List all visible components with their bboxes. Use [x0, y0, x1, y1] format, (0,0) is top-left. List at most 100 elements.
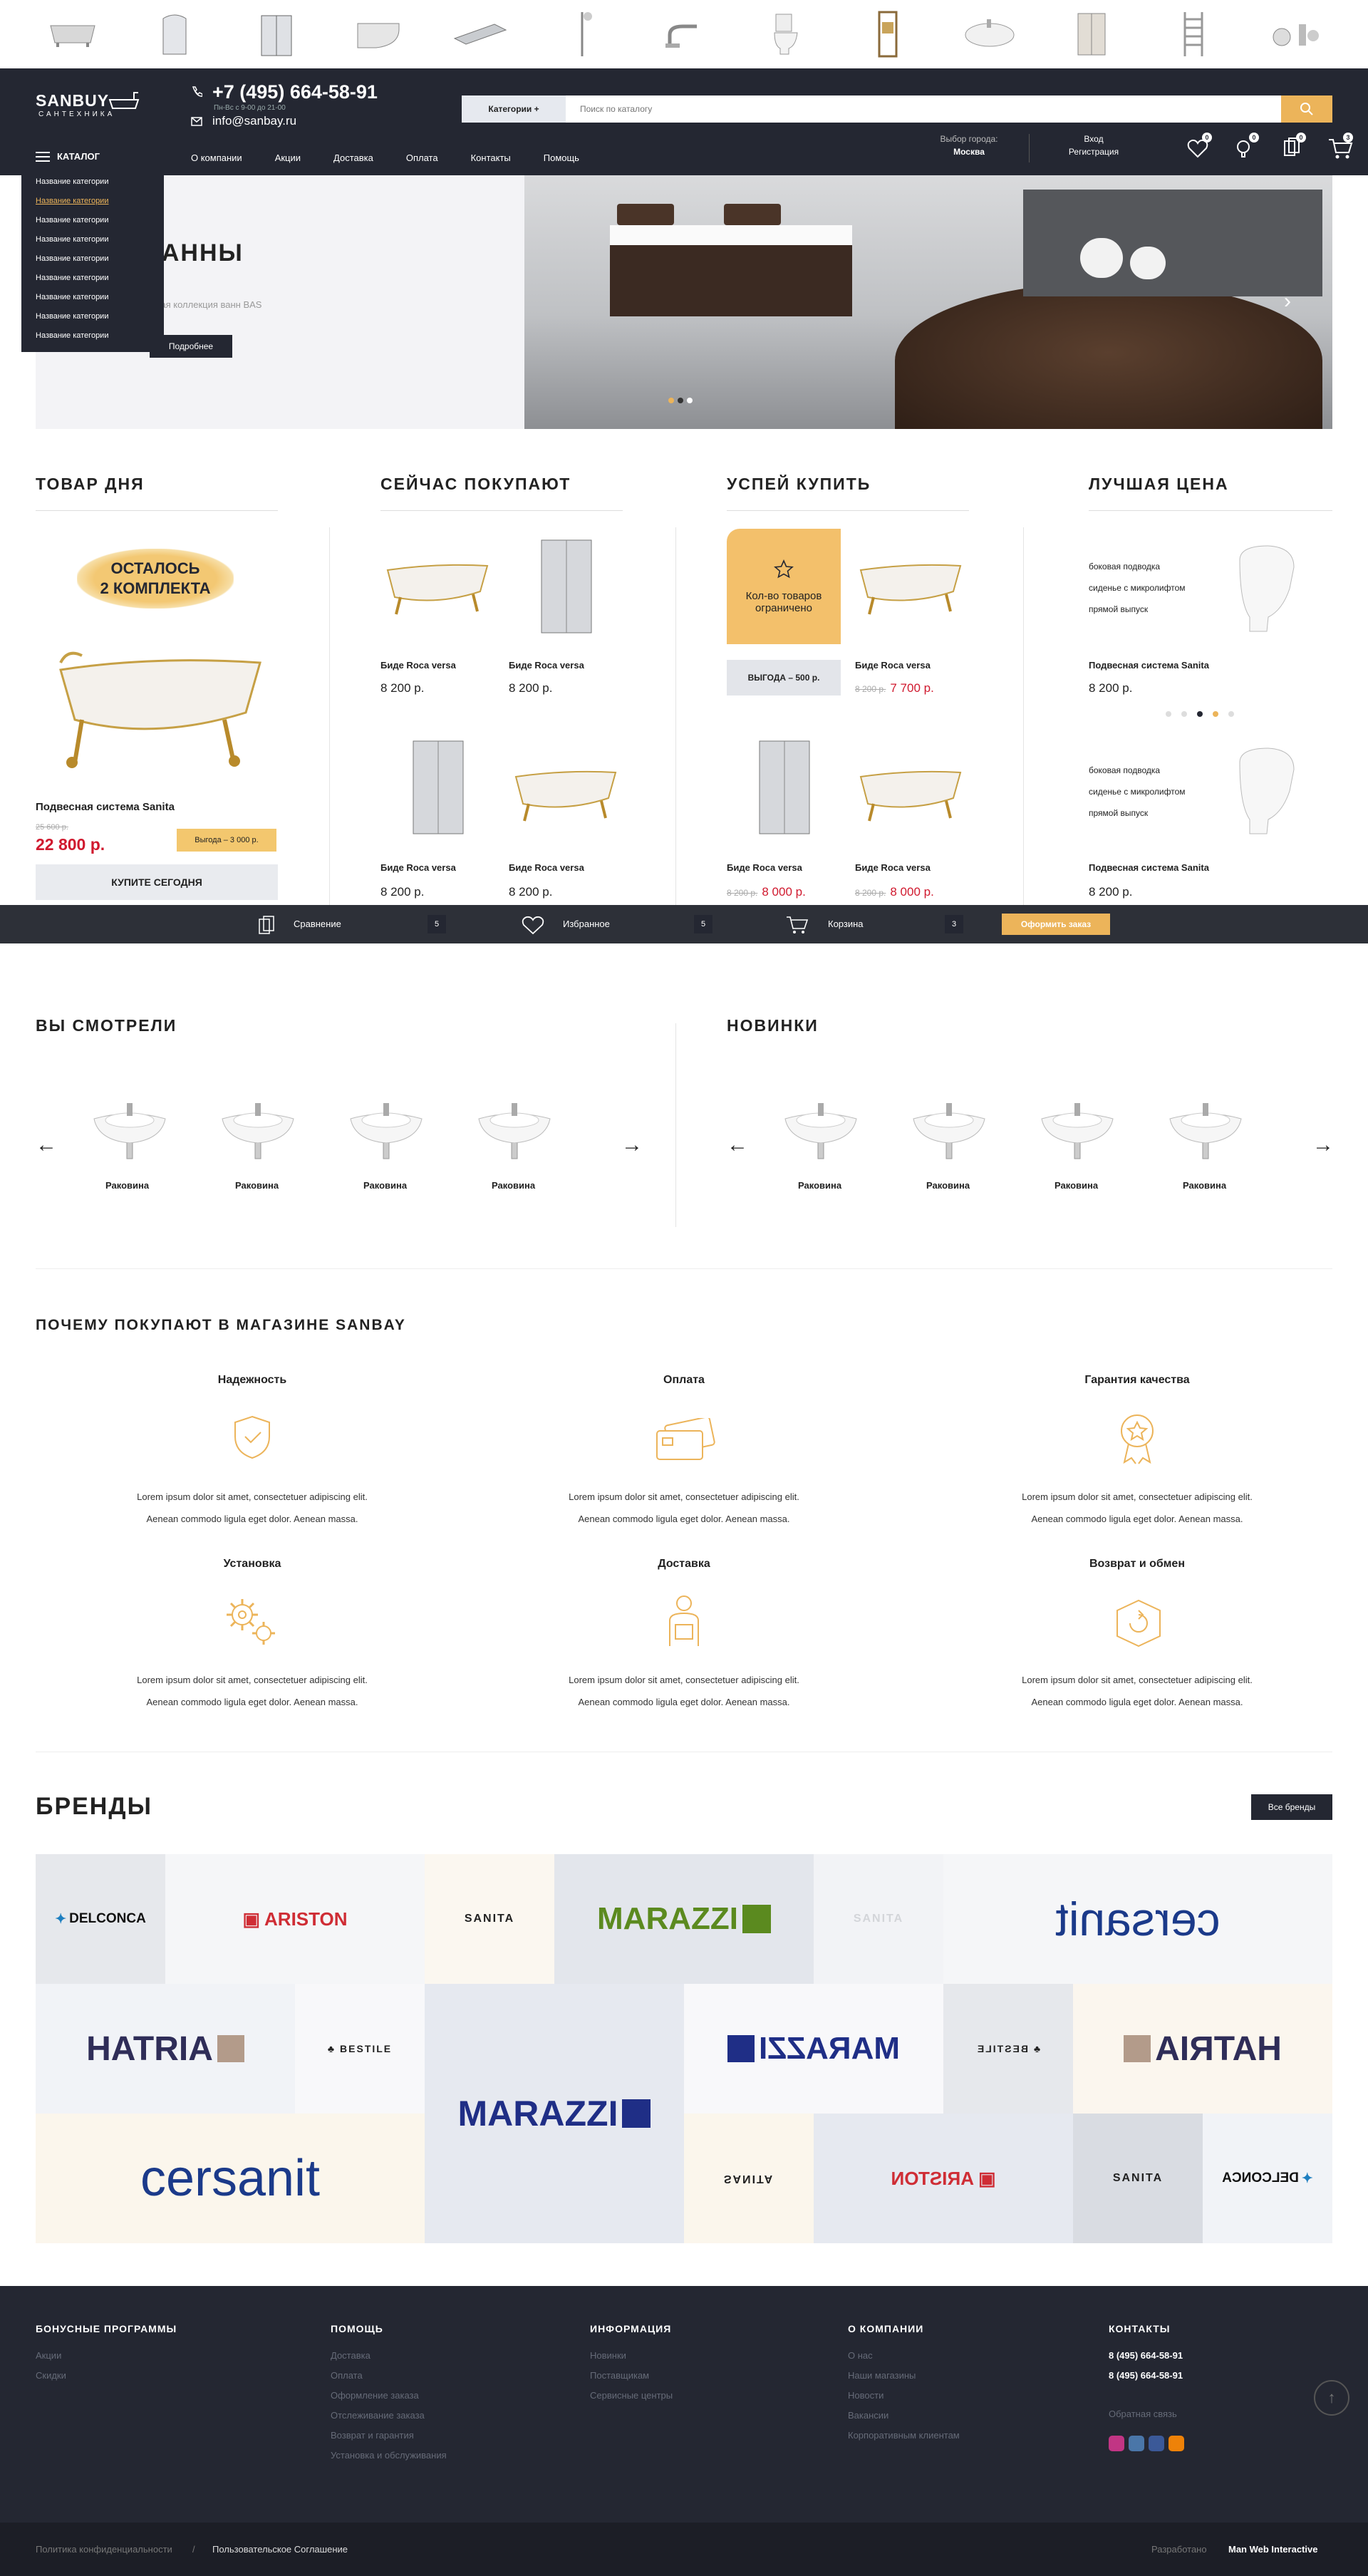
search-category-select[interactable]: Категории + [462, 95, 566, 123]
product-image-toilet[interactable] [1226, 741, 1304, 841]
product-name[interactable]: Биде Roca versa [855, 862, 931, 873]
compare-link[interactable]: Сравнение [294, 919, 341, 929]
brand-tile-bestile[interactable]: ♣ BESTILE [295, 1984, 425, 2114]
product-image-toilet[interactable] [1226, 539, 1304, 638]
product-name[interactable]: Раковина [1054, 1180, 1098, 1191]
footer-link[interactable]: Новости [848, 2390, 960, 2410]
brand-tile-ariston[interactable]: ▣ ARISTON [814, 2114, 1073, 2243]
shower-set-icon[interactable] [554, 9, 611, 59]
brand-tile-cersanit[interactable]: cersanit [36, 2114, 425, 2243]
dropdown-item[interactable]: Название категории [21, 172, 164, 192]
product-image-cabin[interactable] [527, 533, 606, 640]
dropdown-item[interactable]: Название категории [21, 269, 164, 288]
dropdown-item-active[interactable]: Название категории [21, 192, 164, 211]
city-select[interactable]: Выбор города: Москва [926, 134, 1012, 157]
faucet-icon[interactable] [656, 9, 712, 59]
search-input[interactable] [566, 95, 1281, 123]
new-prev-arrow[interactable]: ← [727, 1133, 748, 1157]
menu-item-sales[interactable]: Акции [275, 152, 301, 163]
menu-item-payment[interactable]: Оплата [406, 152, 438, 163]
menu-item-help[interactable]: Помощь [544, 152, 579, 163]
brand-tile-sanita[interactable]: SANITA [425, 1854, 554, 1984]
deal-product-name[interactable]: Подвесная система Sanita [36, 801, 175, 813]
menu-item-about[interactable]: О компании [191, 152, 242, 163]
wishlist-button[interactable]: 0 [1233, 133, 1259, 162]
compare-button[interactable]: 0 [1280, 133, 1306, 162]
footer-link[interactable]: Поставщикам [590, 2370, 673, 2390]
footer-link[interactable]: Скидки [36, 2370, 177, 2390]
towel-rail-icon[interactable] [1165, 9, 1222, 59]
brand-tile-hatria[interactable]: HATRIA [36, 1984, 295, 2114]
corner-bath-icon[interactable] [350, 9, 407, 59]
cabinet-icon[interactable] [1063, 9, 1120, 59]
dropdown-item[interactable]: Название категории [21, 307, 164, 326]
product-name[interactable]: Раковина [1183, 1180, 1226, 1191]
dropdown-item[interactable]: Название категории [21, 230, 164, 249]
product-image-bath[interactable] [854, 748, 968, 827]
footer-link[interactable]: Отслеживание заказа [331, 2410, 447, 2430]
product-name[interactable]: Раковина [798, 1180, 841, 1191]
brand-tile-marazzi[interactable]: MARAZZI [554, 1854, 814, 1984]
checkout-button[interactable]: Оформить заказ [1002, 914, 1110, 935]
deal-product-image[interactable] [39, 627, 274, 777]
shower-enclosure-icon[interactable] [248, 9, 305, 59]
product-image-sink[interactable] [215, 1090, 301, 1162]
product-name[interactable]: Биде Roca versa [509, 862, 584, 873]
brand-tile-marazzi[interactable]: MARAZZI [425, 1984, 684, 2243]
register-link[interactable]: Регистрация [1054, 147, 1133, 157]
product-image-sink[interactable] [87, 1090, 172, 1162]
cart-link[interactable]: Корзина [828, 919, 864, 929]
product-image-sink[interactable] [906, 1090, 992, 1162]
product-image-sink[interactable] [1035, 1090, 1120, 1162]
favorites-button[interactable]: 0 [1186, 133, 1212, 162]
product-name[interactable]: Биде Roca versa [727, 862, 802, 873]
product-name[interactable]: Раковина [926, 1180, 970, 1191]
brand-tile-delconca[interactable]: ✦ DELCONCA [1203, 2114, 1332, 2243]
brand-tile-bestile[interactable]: ♣ BESTILE [943, 1984, 1073, 2114]
dropdown-item[interactable]: Название категории [21, 249, 164, 269]
footer-link[interactable]: Новинки [590, 2350, 673, 2370]
footer-link[interactable]: Оплата [331, 2370, 447, 2390]
brand-tile-marazzi[interactable]: MARAZZI [684, 1984, 943, 2114]
footer-link[interactable]: Акции [36, 2350, 177, 2370]
viewed-next-arrow[interactable]: → [621, 1133, 643, 1157]
product-name[interactable]: Подвесная система Sanita [1089, 862, 1209, 873]
menu-item-delivery[interactable]: Доставка [333, 152, 373, 163]
product-name[interactable]: Биде Roca versa [380, 660, 456, 671]
product-name[interactable]: Раковина [235, 1180, 279, 1191]
carousel-dot[interactable] [1166, 711, 1171, 717]
shower-drain-icon[interactable] [452, 9, 509, 59]
carousel-dot[interactable] [1228, 711, 1234, 717]
login-link[interactable]: Вход [1054, 134, 1133, 144]
favorites-link[interactable]: Избранное [563, 919, 610, 929]
header-phone[interactable]: +7 (495) 664-58-91 [212, 81, 378, 103]
cart-button[interactable]: 3 [1327, 133, 1353, 162]
shower-cabin-icon[interactable] [146, 9, 203, 59]
brand-tile-sanita[interactable]: SANITA [684, 2114, 814, 2243]
odnoklassniki-icon[interactable] [1168, 2436, 1184, 2451]
toilet-icon[interactable] [757, 9, 814, 59]
footer-link[interactable]: Корпоративным клиентам [848, 2430, 960, 2450]
developer-link[interactable]: Man Web Interactive [1228, 2544, 1317, 2555]
brand-tile-cersanit[interactable]: cersanit [943, 1854, 1332, 1984]
dropdown-item[interactable]: Название категории [21, 211, 164, 230]
footer-phone[interactable]: 8 (495) 664-58-91 [1109, 2370, 1184, 2390]
product-image-sink[interactable] [472, 1090, 557, 1162]
privacy-link[interactable]: Политика конфиденциальности [36, 2544, 172, 2555]
product-name[interactable]: Биде Roca versa [855, 660, 931, 671]
search-button[interactable] [1281, 95, 1332, 123]
product-name[interactable]: Биде Roca versa [509, 660, 584, 671]
brand-tile-delconca[interactable]: ✦ DELCONCA [36, 1854, 165, 1984]
footer-link[interactable]: Вакансии [848, 2410, 960, 2430]
hero-dot[interactable] [678, 398, 683, 403]
footer-link[interactable]: Наши магазины [848, 2370, 960, 2390]
carousel-dot[interactable] [1197, 711, 1203, 717]
brand-tile-sanita[interactable]: SANITA [1073, 2114, 1203, 2243]
footer-link[interactable]: Установка и обслуживания [331, 2450, 447, 2470]
feedback-link[interactable]: Обратная связь [1109, 2409, 1184, 2428]
vk-icon[interactable] [1129, 2436, 1144, 2451]
product-image-bath[interactable] [380, 542, 494, 620]
facebook-icon[interactable] [1149, 2436, 1164, 2451]
brand-tile-ariston[interactable]: ▣ ARISTON [165, 1854, 425, 1984]
scroll-top-button[interactable]: ↑ [1314, 2380, 1349, 2416]
